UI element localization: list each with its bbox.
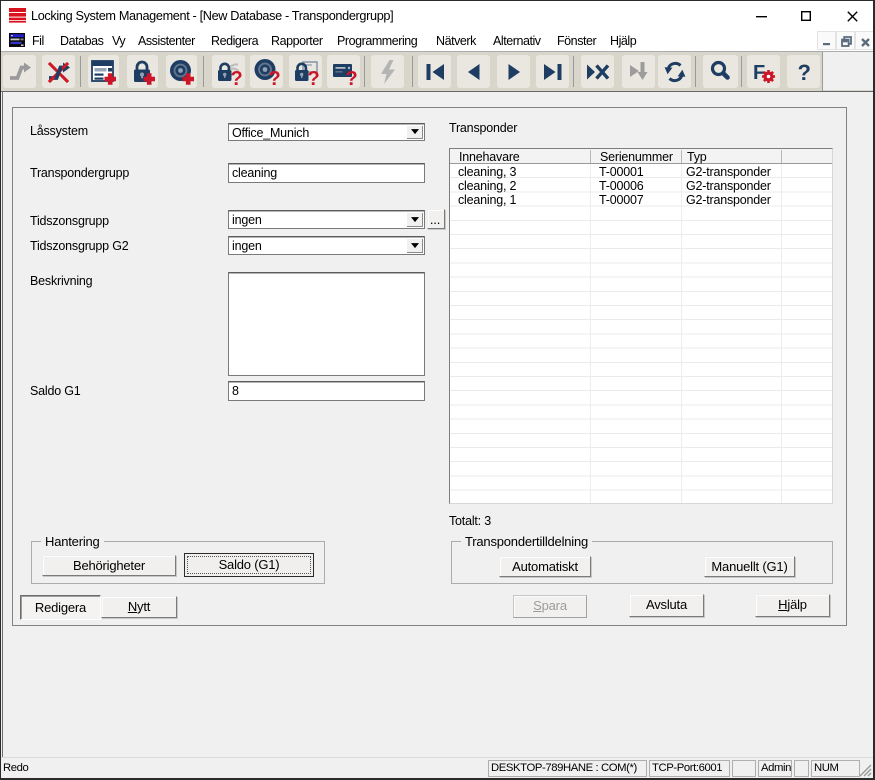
svg-text:?: ? [797, 60, 810, 85]
svg-text:?: ? [345, 68, 357, 86]
svg-text:?: ? [230, 68, 242, 86]
svg-text:?: ? [307, 68, 319, 86]
svg-text:?: ? [268, 68, 280, 86]
